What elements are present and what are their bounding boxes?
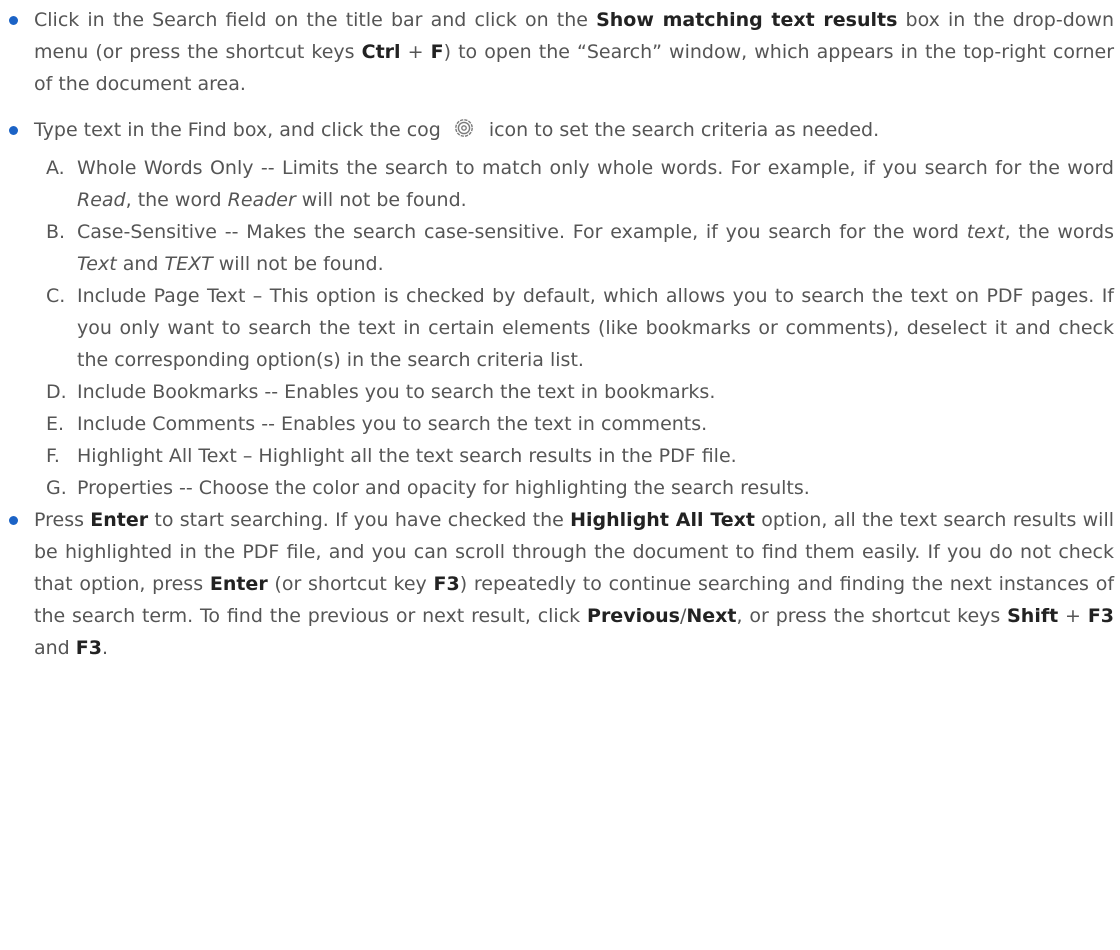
list-marker: C. xyxy=(46,285,66,307)
key-name: Enter xyxy=(90,509,149,531)
criteria-include-bookmarks: D. Include Bookmarks -- Enables you to se… xyxy=(0,376,1120,408)
example-word: Reader xyxy=(227,189,296,211)
ui-term: Show matching text results xyxy=(596,9,898,31)
list-marker: F. xyxy=(46,445,60,467)
list-marker: A. xyxy=(46,157,65,179)
ui-term: Highlight All Text xyxy=(570,509,755,531)
shortcut-key: Ctrl xyxy=(361,41,401,63)
key-name: Shift xyxy=(1007,605,1059,627)
ui-term: Next xyxy=(686,605,737,627)
criteria-case-sensitive: B. Case-Sensitive -- Makes the search cas… xyxy=(0,216,1120,280)
help-document: Click in the Search field on the title b… xyxy=(0,0,1120,950)
example-word: text xyxy=(966,221,1005,243)
ui-term: Previous xyxy=(587,605,680,627)
bullet-start-searching: Press Enter to start searching. If you h… xyxy=(0,504,1120,664)
list-marker: E. xyxy=(46,413,65,435)
gear-icon xyxy=(454,119,473,137)
criteria-include-comments: E. Include Comments -- Enables you to sea… xyxy=(0,408,1120,440)
list-marker: B. xyxy=(46,221,66,243)
bullet-set-criteria: Type text in the Find box, and click the… xyxy=(0,114,1120,146)
list-marker: D. xyxy=(46,381,67,403)
key-name: F3 xyxy=(1087,605,1115,627)
criteria-whole-words: A. Whole Words Only -- Limits the search … xyxy=(0,152,1120,216)
criteria-include-page-text: C. Include Page Text – This option is che… xyxy=(0,280,1120,376)
example-word: Read xyxy=(77,189,126,211)
key-name: F3 xyxy=(75,637,102,659)
shortcut-key: F xyxy=(430,41,444,63)
key-name: F3 xyxy=(433,573,460,595)
example-word: Text xyxy=(77,253,117,275)
example-word: TEXT xyxy=(164,253,213,275)
list-marker: G. xyxy=(46,477,67,499)
search-criteria-list: A. Whole Words Only -- Limits the search … xyxy=(0,152,1120,504)
key-name: Enter xyxy=(209,573,268,595)
criteria-properties: G. Properties -- Choose the color and opa… xyxy=(0,472,1120,504)
bullet-open-search: Click in the Search field on the title b… xyxy=(0,4,1120,100)
criteria-highlight-all-text: F. Highlight All Text – Highlight all the… xyxy=(0,440,1120,472)
